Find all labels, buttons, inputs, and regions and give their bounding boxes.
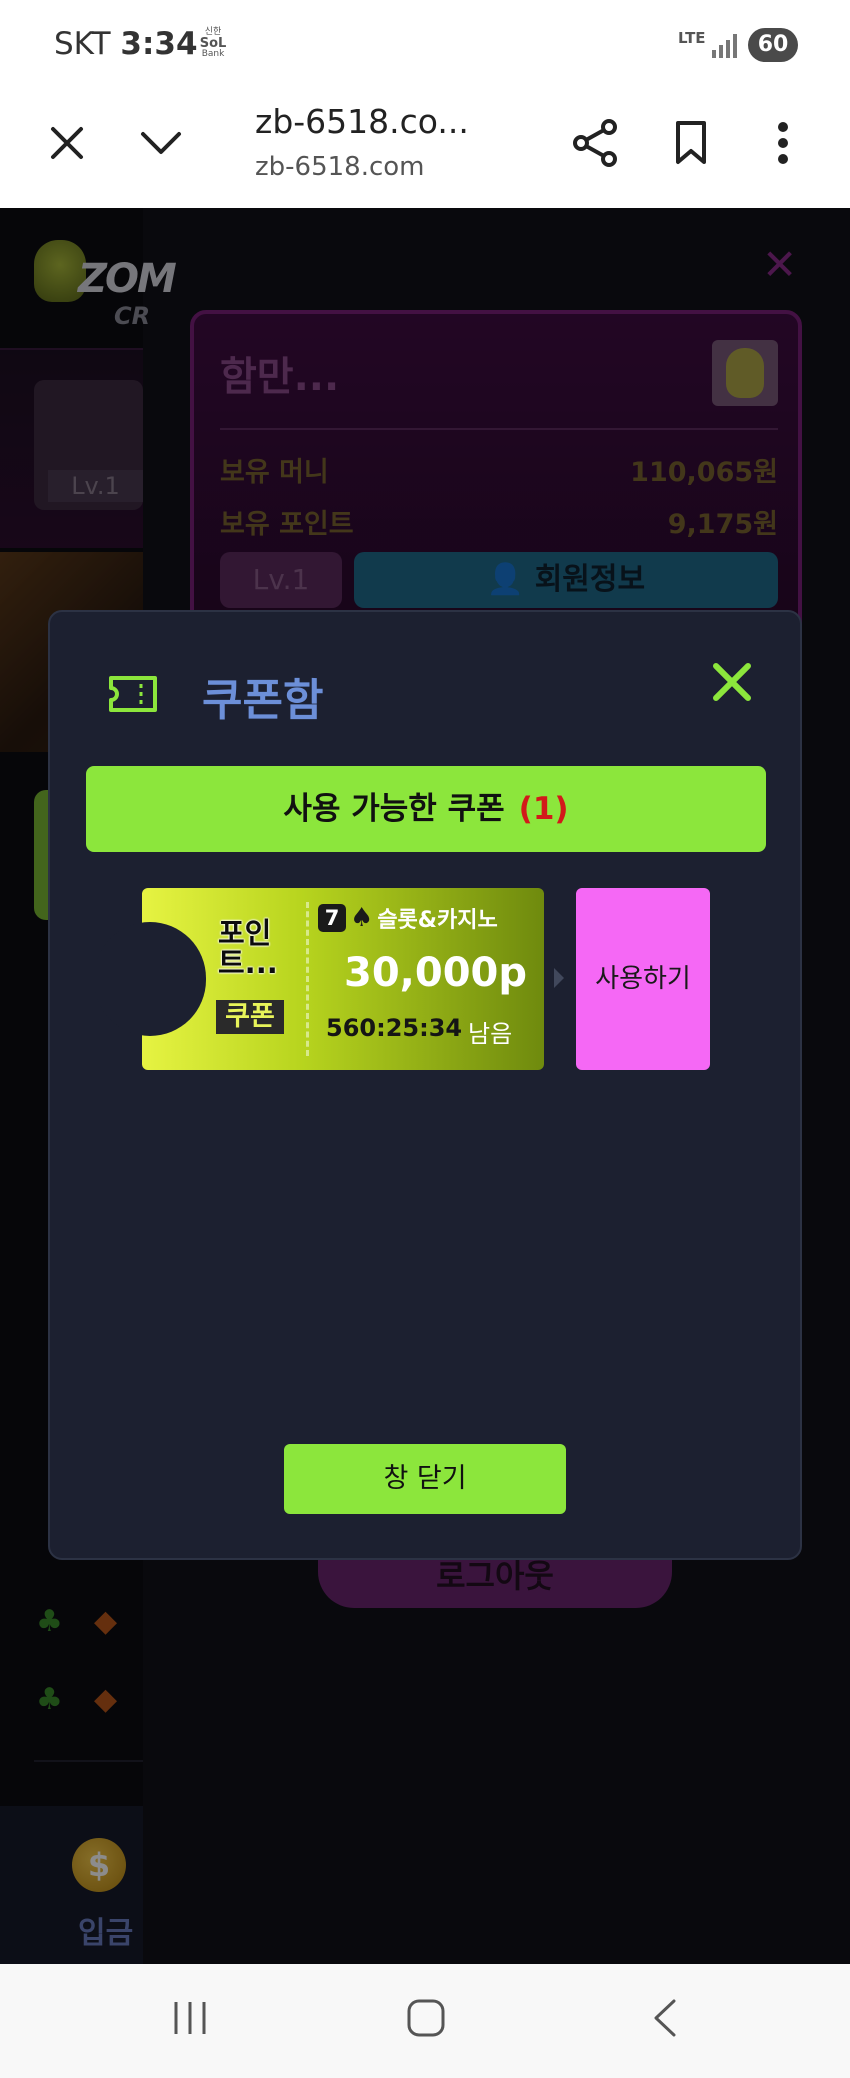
home-icon[interactable] [406,1998,446,2038]
status-bar: SKT 3:34 신한 SoL Bank LTE 60 [0,0,850,88]
coupon-type-label: 슬롯&카지노 [377,908,498,933]
coupon-amount: 30,000p [344,950,527,996]
recent-apps-icon[interactable] [170,1998,210,2038]
coupon-box-modal: 쿠폰함 사용 가능한 쿠폰 (1) 포인 트... 쿠폰 7 ♠ 슬롯&카지노 3… [48,610,802,1560]
page-title[interactable]: zb-6518.co... [255,102,469,141]
more-options-icon[interactable] [760,116,806,170]
seven-slot-icon: 7 [318,904,346,932]
coupon-type: 7 ♠ 슬롯&카지노 [318,902,498,934]
coupon-notch [94,922,206,1036]
page-url[interactable]: zb-6518.com [255,152,425,182]
coupon-card: 포인 트... 쿠폰 7 ♠ 슬롯&카지노 30,000p 560:25:34 … [94,888,544,1070]
status-carrier: SKT 3:34 [54,26,198,62]
signal-icon [712,34,737,58]
coupon-timer: 560:25:34 [326,1014,463,1042]
browser-toolbar: zb-6518.co... zb-6518.com [0,88,850,208]
close-tab-icon[interactable] [42,118,92,168]
bank-app-icon: 신한 SoL Bank [199,27,227,59]
close-icon[interactable] [706,656,758,708]
arrow-right-icon [554,968,564,988]
chevron-down-icon[interactable] [136,118,186,168]
share-icon[interactable] [568,116,622,170]
coupon-remaining-label: 남음 [468,1020,513,1048]
network-type: LTE [678,29,706,47]
available-coupons-tab[interactable]: 사용 가능한 쿠폰 (1) [86,766,766,852]
battery-indicator: 60 [748,28,798,62]
use-coupon-button[interactable]: 사용하기 [576,888,710,1070]
coupon-perforation [306,902,309,1056]
modal-title: 쿠폰함 [202,675,324,726]
back-icon[interactable] [646,1998,686,2038]
status-time: 3:34 [120,26,198,62]
available-count: (1) [518,791,569,827]
available-label: 사용 가능한 쿠폰 [283,791,505,827]
coupon-badge: 쿠폰 [216,1000,284,1034]
close-window-button[interactable]: 창 닫기 [284,1444,566,1514]
coupon-name: 포인 트... [218,916,278,980]
system-nav-bar [0,1964,850,2078]
bookmark-icon[interactable] [664,116,718,170]
ticket-icon [109,676,157,712]
spade-icon: ♠ [350,903,374,933]
